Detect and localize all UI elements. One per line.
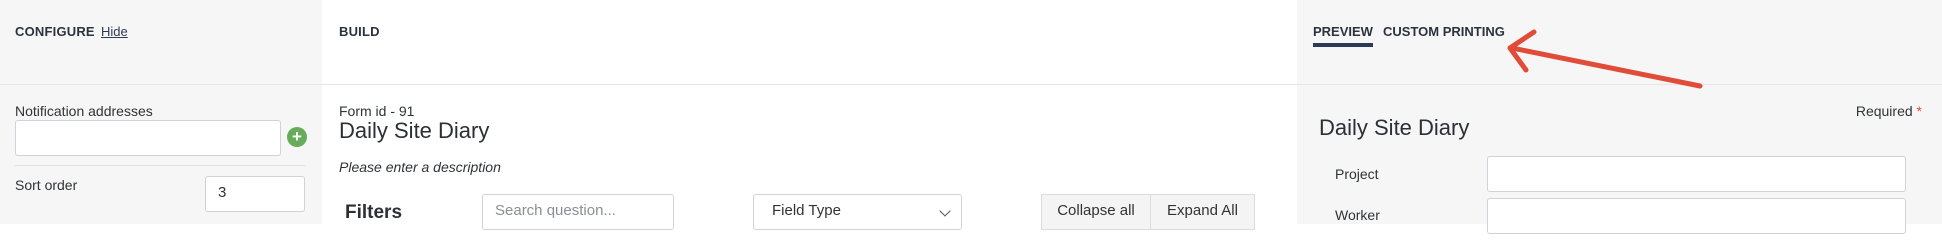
required-label: Required [1855, 103, 1913, 119]
notification-addresses-input[interactable] [15, 120, 281, 156]
required-star: * [1916, 103, 1922, 119]
configure-panel: CONFIGURE Hide Notification addresses + … [0, 0, 322, 224]
configure-header: CONFIGURE Hide [0, 0, 322, 85]
notification-addresses-label: Notification addresses [15, 103, 153, 119]
project-label: Project [1335, 166, 1379, 182]
build-heading: BUILD [339, 24, 380, 39]
search-placeholder: Search question... [495, 202, 616, 219]
project-field[interactable] [1487, 156, 1906, 192]
plus-circle-icon[interactable]: + [287, 127, 307, 147]
field-type-value: Field Type [772, 202, 841, 219]
section-divider [15, 165, 305, 166]
required-legend: Required * [1856, 103, 1922, 119]
tab-custom-printing[interactable]: CUSTOM PRINTING [1383, 24, 1505, 39]
chevron-down-icon [939, 205, 951, 217]
filters-label: Filters [345, 202, 403, 223]
sort-order-input[interactable]: 3 [205, 176, 305, 212]
tab-preview[interactable]: PREVIEW [1313, 24, 1373, 47]
form-description[interactable]: Please enter a description [339, 159, 501, 175]
field-type-select[interactable]: Field Type [753, 194, 962, 230]
worker-label: Worker [1335, 207, 1380, 223]
collapse-all-button[interactable]: Collapse all [1041, 194, 1151, 230]
build-header: BUILD [322, 0, 1297, 85]
hide-link[interactable]: Hide [101, 24, 128, 39]
form-title: Daily Site Diary [339, 118, 490, 143]
form-id: Form id - 91 [339, 103, 415, 119]
search-question-input[interactable]: Search question... [482, 194, 674, 230]
sort-order-label: Sort order [15, 177, 78, 193]
expand-all-button[interactable]: Expand All [1150, 194, 1255, 230]
configure-heading: CONFIGURE [15, 24, 95, 39]
build-panel: BUILD Form id - 91 Daily Site Diary Plea… [322, 0, 1297, 230]
red-arrow-annotation [1507, 29, 1703, 89]
worker-field[interactable] [1487, 198, 1906, 234]
preview-title: Daily Site Diary [1319, 115, 1470, 140]
